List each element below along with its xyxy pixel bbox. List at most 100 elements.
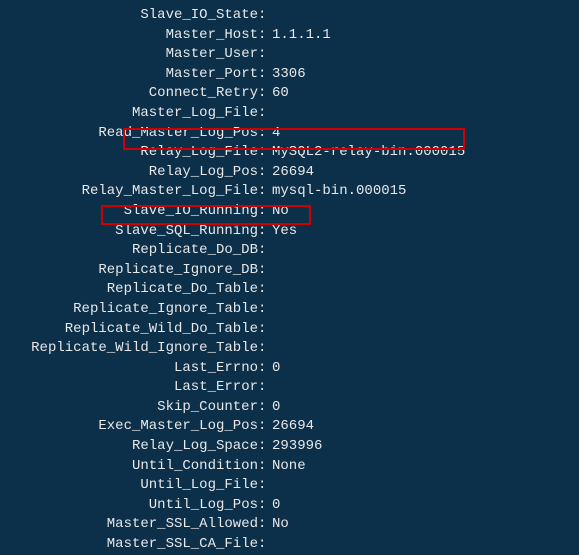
status-value: Yes: [266, 222, 297, 242]
colon: :: [258, 143, 266, 163]
status-label: Master_SSL_CA_File: [0, 535, 258, 555]
status-value: 0: [266, 359, 280, 379]
status-row: Slave_IO_State:: [0, 6, 579, 26]
colon: :: [258, 398, 266, 418]
status-value: [266, 339, 272, 359]
status-row: Relay_Master_Log_File:mysql-bin.000015: [0, 182, 579, 202]
status-row: Relay_Log_File:MySQL2-relay-bin.000015: [0, 143, 579, 163]
status-row: Replicate_Ignore_Table:: [0, 300, 579, 320]
status-label: Until_Log_Pos: [0, 496, 258, 516]
colon: :: [258, 515, 266, 535]
colon: :: [258, 437, 266, 457]
status-value: 60: [266, 84, 289, 104]
status-value: 293996: [266, 437, 322, 457]
colon: :: [258, 359, 266, 379]
status-label: Relay_Log_Pos: [0, 163, 258, 183]
colon: :: [258, 65, 266, 85]
status-label: Replicate_Do_Table: [0, 280, 258, 300]
colon: :: [258, 378, 266, 398]
status-label: Last_Error: [0, 378, 258, 398]
status-value: [266, 6, 272, 26]
status-label: Master_Host: [0, 26, 258, 46]
status-row: Connect_Retry:60: [0, 84, 579, 104]
colon: :: [258, 339, 266, 359]
status-label: Replicate_Ignore_Table: [0, 300, 258, 320]
status-row: Master_Host:1.1.1.1: [0, 26, 579, 46]
status-row: Master_User:: [0, 45, 579, 65]
status-value: No: [266, 202, 289, 222]
status-row: Replicate_Wild_Ignore_Table:: [0, 339, 579, 359]
status-row: Slave_SQL_Running:Yes: [0, 222, 579, 242]
status-row: Master_Port:3306: [0, 65, 579, 85]
status-value: [266, 104, 272, 124]
colon: :: [258, 104, 266, 124]
colon: :: [258, 182, 266, 202]
status-row: Master_Log_File:: [0, 104, 579, 124]
status-value: 1.1.1.1: [266, 26, 331, 46]
status-label: Connect_Retry: [0, 84, 258, 104]
status-value: [266, 241, 272, 261]
status-value: 0: [266, 496, 280, 516]
status-value: [266, 261, 272, 281]
status-value: 0: [266, 398, 280, 418]
status-value: 4: [266, 124, 280, 144]
status-label: Master_User: [0, 45, 258, 65]
status-label: Slave_IO_State: [0, 6, 258, 26]
status-row: Skip_Counter:0: [0, 398, 579, 418]
status-row: Until_Log_Pos:0: [0, 496, 579, 516]
status-value: [266, 476, 272, 496]
status-row: Read_Master_Log_Pos:4: [0, 124, 579, 144]
status-label: Until_Log_File: [0, 476, 258, 496]
status-label: Last_Errno: [0, 359, 258, 379]
status-label: Master_SSL_Allowed: [0, 515, 258, 535]
status-label: Replicate_Ignore_DB: [0, 261, 258, 281]
colon: :: [258, 84, 266, 104]
status-value: [266, 280, 272, 300]
status-value: MySQL2-relay-bin.000015: [266, 143, 465, 163]
status-value: No: [266, 515, 289, 535]
colon: :: [258, 535, 266, 555]
status-value: 26694: [266, 163, 314, 183]
status-row: Replicate_Do_DB:: [0, 241, 579, 261]
colon: :: [258, 280, 266, 300]
status-row: Slave_IO_Running:No: [0, 202, 579, 222]
colon: :: [258, 163, 266, 183]
status-row: Until_Condition:None: [0, 457, 579, 477]
status-row: Master_SSL_Allowed:No: [0, 515, 579, 535]
status-label: Replicate_Wild_Ignore_Table: [0, 339, 258, 359]
status-label: Master_Port: [0, 65, 258, 85]
colon: :: [258, 261, 266, 281]
status-row: Replicate_Ignore_DB:: [0, 261, 579, 281]
status-row: Last_Errno:0: [0, 359, 579, 379]
status-row: Relay_Log_Pos:26694: [0, 163, 579, 183]
terminal-output: Slave_IO_State:Master_Host:1.1.1.1Master…: [0, 6, 579, 555]
status-label: Replicate_Wild_Do_Table: [0, 320, 258, 340]
colon: :: [258, 222, 266, 242]
status-label: Replicate_Do_DB: [0, 241, 258, 261]
status-label: Relay_Log_Space: [0, 437, 258, 457]
status-label: Exec_Master_Log_Pos: [0, 417, 258, 437]
status-value: None: [266, 457, 306, 477]
status-row: Replicate_Wild_Do_Table:: [0, 320, 579, 340]
status-label: Slave_SQL_Running: [0, 222, 258, 242]
status-value: [266, 378, 272, 398]
status-value: 26694: [266, 417, 314, 437]
status-value: mysql-bin.000015: [266, 182, 406, 202]
status-row: Until_Log_File:: [0, 476, 579, 496]
colon: :: [258, 241, 266, 261]
status-value: 3306: [266, 65, 306, 85]
status-label: Master_Log_File: [0, 104, 258, 124]
colon: :: [258, 496, 266, 516]
status-label: Relay_Master_Log_File: [0, 182, 258, 202]
colon: :: [258, 476, 266, 496]
status-value: [266, 45, 272, 65]
status-row: Relay_Log_Space:293996: [0, 437, 579, 457]
status-row: Master_SSL_CA_File:: [0, 535, 579, 555]
status-label: Read_Master_Log_Pos: [0, 124, 258, 144]
colon: :: [258, 320, 266, 340]
colon: :: [258, 45, 266, 65]
status-row: Last_Error:: [0, 378, 579, 398]
colon: :: [258, 202, 266, 222]
colon: :: [258, 457, 266, 477]
status-value: [266, 535, 272, 555]
